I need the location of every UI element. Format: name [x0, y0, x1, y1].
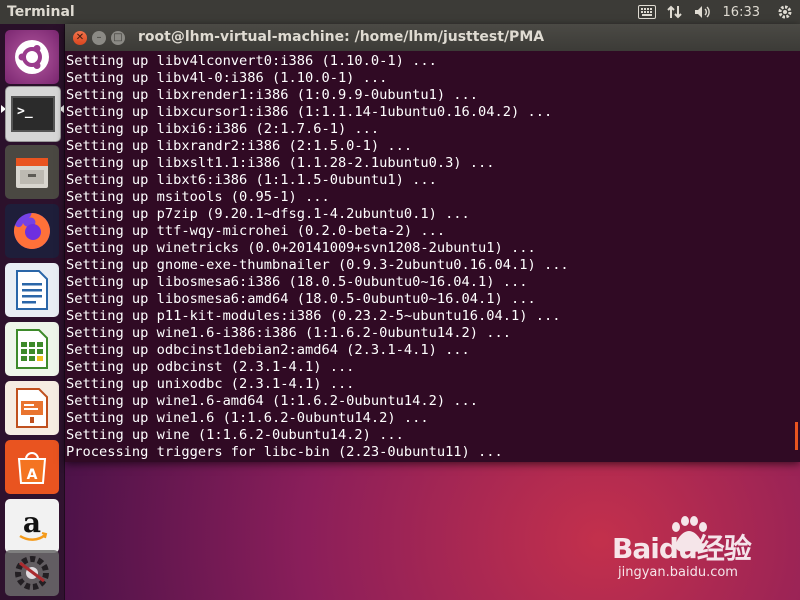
- top-panel: Terminal 16:33: [0, 0, 800, 24]
- terminal-line: Setting up wine (1:1.6.2-0ubuntu14.2) ..…: [66, 427, 404, 443]
- watermark-brand: Baidu经验: [612, 532, 752, 565]
- terminal-line: Setting up p7zip (9.20.1~dfsg.1-4.2ubunt…: [66, 206, 470, 222]
- terminal-scrollbar-thumb[interactable]: [795, 422, 798, 450]
- terminal-app-icon[interactable]: >_: [5, 86, 61, 142]
- libreoffice-calc-icon[interactable]: [5, 322, 59, 376]
- svg-text:A: A: [27, 467, 38, 483]
- libreoffice-impress-icon[interactable]: [5, 381, 59, 435]
- terminal-line: Setting up libxi6:i386 (2:1.7.6-1) ...: [66, 121, 380, 137]
- ubuntu-software-icon[interactable]: A: [5, 440, 59, 494]
- keyboard-icon[interactable]: [633, 0, 661, 24]
- terminal-line: Setting up libv4lconvert0:i386 (1.10.0-1…: [66, 53, 437, 69]
- terminal-line: Setting up libxcursor1:i386 (1:1.1.14-1u…: [66, 104, 553, 120]
- terminal-line: Setting up ttf-wqy-microhei (0.2.0-beta-…: [66, 223, 446, 239]
- terminal-line: Setting up libosmesa6:amd64 (18.0.5-0ubu…: [66, 291, 536, 307]
- terminal-window[interactable]: ✕ – □ root@lhm-virtual-machine: /home/lh…: [65, 24, 800, 462]
- terminal-line: Setting up wine1.6 (1:1.6.2-0ubuntu14.2)…: [66, 410, 429, 426]
- terminal-line: Setting up wine1.6-amd64 (1:1.6.2-0ubunt…: [66, 393, 479, 409]
- volume-icon[interactable]: [689, 0, 717, 24]
- network-updown-icon[interactable]: [661, 0, 689, 24]
- terminal-line: Setting up p11-kit-modules:i386 (0.23.2-…: [66, 308, 561, 324]
- system-settings-icon[interactable]: [5, 550, 59, 596]
- top-panel-app-title: Terminal: [7, 4, 75, 20]
- maximize-button[interactable]: □: [111, 31, 125, 45]
- launcher: >_ A a: [0, 24, 65, 600]
- libreoffice-writer-icon[interactable]: [5, 263, 59, 317]
- indicator-area: 16:33: [633, 0, 800, 24]
- terminal-line: Setting up wine1.6-i386:i386 (1:1.6.2-0u…: [66, 325, 511, 341]
- clock[interactable]: 16:33: [717, 5, 770, 20]
- terminal-title: root@lhm-virtual-machine: /home/lhm/just…: [138, 29, 545, 45]
- terminal-line: Setting up odbcinst (2.3.1-4.1) ...: [66, 359, 355, 375]
- terminal-line: Setting up libv4l-0:i386 (1.10.0-1) ...: [66, 70, 388, 86]
- minimize-button[interactable]: –: [92, 31, 106, 45]
- terminal-line: Setting up libxt6:i386 (1:1.1.5-0ubuntu1…: [66, 172, 437, 188]
- terminal-line: Setting up odbcinst1debian2:amd64 (2.3.1…: [66, 342, 470, 358]
- firefox-app-icon[interactable]: [5, 204, 59, 258]
- watermark-url: jingyan.baidu.com: [618, 565, 738, 580]
- amazon-app-icon[interactable]: a: [5, 499, 59, 553]
- terminal-line: Setting up libxrandr2:i386 (2:1.5.0-1) .…: [66, 138, 413, 154]
- terminal-line: Setting up msitools (0.95-1) ...: [66, 189, 330, 205]
- svg-text:a: a: [23, 506, 41, 539]
- terminal-line: Processing triggers for libc-bin (2.23-0…: [66, 444, 503, 460]
- terminal-line: Setting up libxslt1.1:i386 (1.1.28-2.1ub…: [66, 155, 495, 171]
- terminal-line: Setting up libxrender1:i386 (1:0.9.9-0ub…: [66, 87, 479, 103]
- terminal-line: Setting up gnome-exe-thumbnailer (0.9.3-…: [66, 257, 569, 273]
- files-app-icon[interactable]: [5, 145, 59, 199]
- terminal-titlebar[interactable]: ✕ – □ root@lhm-virtual-machine: /home/lh…: [65, 24, 800, 51]
- terminal-line: Setting up winetricks (0.0+20141009+svn1…: [66, 240, 536, 256]
- ubuntu-dash-icon[interactable]: [5, 30, 59, 84]
- terminal-output[interactable]: Setting up libv4lconvert0:i386 (1.10.0-1…: [65, 51, 800, 462]
- terminal-line: Setting up libosmesa6:i386 (18.0.5-0ubun…: [66, 274, 528, 290]
- terminal-line: Setting up unixodbc (2.3.1-4.1) ...: [66, 376, 355, 392]
- close-button[interactable]: ✕: [73, 31, 87, 45]
- gear-icon[interactable]: [770, 0, 800, 24]
